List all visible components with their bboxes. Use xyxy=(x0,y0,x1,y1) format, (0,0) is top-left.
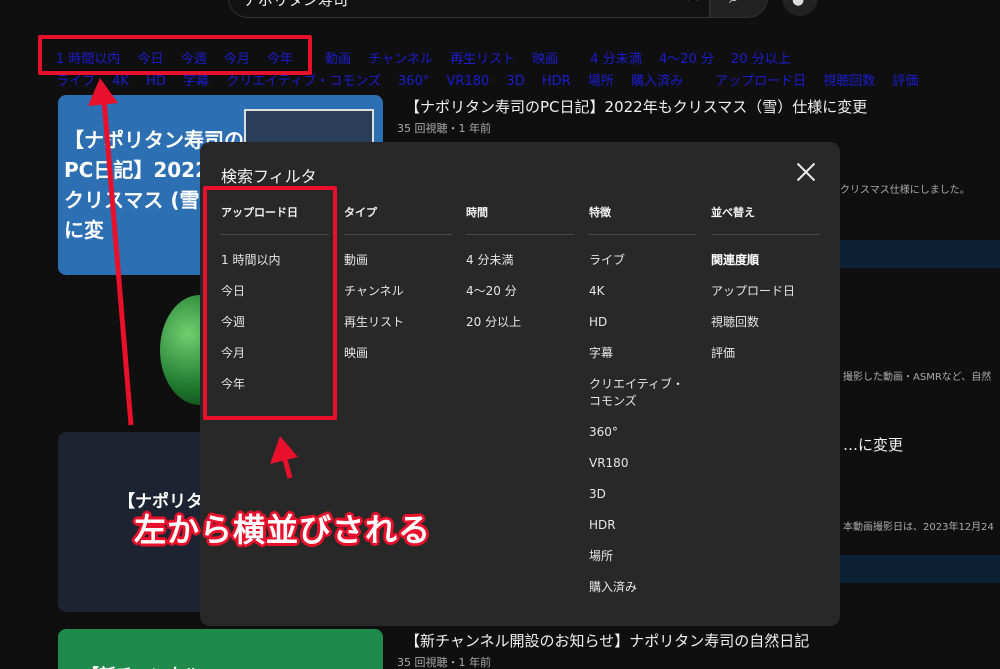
filter-link[interactable]: アップロード日 xyxy=(715,74,806,89)
filter-link[interactable]: 購入済み xyxy=(631,74,683,89)
filter-link[interactable]: 4～20 分 xyxy=(659,52,714,67)
video-title[interactable]: …に変更 xyxy=(843,434,903,455)
filter-column-sort: 並べ替え 関連度順 アップロード日 視聴回数 評価 xyxy=(711,206,819,362)
video-description: …をクリスマス仕様にしました。 xyxy=(820,185,970,196)
filter-link[interactable]: HD xyxy=(146,74,166,89)
highlight-box-filter-row xyxy=(38,35,312,75)
close-icon[interactable] xyxy=(794,160,818,184)
filter-link[interactable]: 字幕 xyxy=(183,74,209,89)
filter-option[interactable]: 場所 xyxy=(589,548,697,565)
filter-option[interactable]: HDR xyxy=(589,517,697,534)
thumbnail-text: 【新チャンネル xyxy=(82,661,201,669)
filter-option[interactable]: 視聴回数 xyxy=(711,314,819,331)
video-thumbnail[interactable]: 【新チャンネル xyxy=(58,629,383,669)
highlight-box-upload-date xyxy=(203,186,337,420)
filter-option[interactable]: 20 分以上 xyxy=(466,314,574,331)
filter-link[interactable]: HDR xyxy=(542,74,571,89)
column-header: 並べ替え xyxy=(711,206,819,235)
filter-option[interactable]: 再生リスト xyxy=(344,314,452,331)
filter-option-selected[interactable]: 関連度順 xyxy=(711,252,819,269)
filter-link[interactable]: 4 分未満 xyxy=(590,52,641,67)
column-header: タイプ xyxy=(344,206,452,235)
filter-option[interactable]: 購入済み xyxy=(589,579,697,596)
column-header: 時間 xyxy=(466,206,574,235)
video-meta: 35 回視聴・1 年前 xyxy=(397,656,491,669)
filter-option[interactable]: クリエイティブ・コモンズ xyxy=(589,376,685,410)
filter-column-features: 特徴 ライブ 4K HD 字幕 クリエイティブ・コモンズ 360° VR180 … xyxy=(589,206,697,596)
filter-link[interactable]: 視聴回数 xyxy=(823,74,875,89)
filter-option[interactable]: ライブ xyxy=(589,252,697,269)
search-query: ナポリタン寿司 xyxy=(243,0,349,9)
filter-option[interactable]: 動画 xyxy=(344,252,452,269)
filter-option[interactable]: 360° xyxy=(589,424,697,441)
filter-option[interactable]: 4 分未満 xyxy=(466,252,574,269)
filter-option[interactable]: アップロード日 xyxy=(711,283,819,300)
filter-option[interactable]: VR180 xyxy=(589,455,697,472)
chapter-bar[interactable] xyxy=(820,555,1000,583)
filter-link[interactable]: クリエイティブ・コモンズ xyxy=(226,74,381,89)
search-icon: ⌕ xyxy=(729,0,739,8)
filter-option[interactable]: 4K xyxy=(589,283,697,300)
filter-link[interactable]: 20 分以上 xyxy=(731,52,791,67)
filter-link[interactable]: 4K xyxy=(112,74,129,89)
filter-option[interactable]: HD xyxy=(589,314,697,331)
filter-option[interactable]: チャンネル xyxy=(344,283,452,300)
annotation-callout: 左から横並びされる xyxy=(134,511,432,549)
column-header: 特徴 xyxy=(589,206,697,235)
mic-icon: ● xyxy=(792,0,805,8)
chapter-bar[interactable] xyxy=(820,240,1000,268)
video-title[interactable]: 【新チャンネル開設のお知らせ】ナポリタン寿司の自然日記 xyxy=(405,630,809,651)
filter-link[interactable]: 評価 xyxy=(892,74,918,89)
filter-link[interactable]: 場所 xyxy=(588,74,614,89)
video-description: 本動画撮影日は、2023年12月24 xyxy=(843,522,994,533)
filter-option[interactable]: 3D xyxy=(589,486,697,503)
clear-icon[interactable]: ✕ xyxy=(684,0,701,7)
filter-link[interactable]: ライブ xyxy=(56,74,95,89)
filter-link[interactable]: VR180 xyxy=(447,74,490,89)
voice-search-button[interactable]: ● xyxy=(782,0,818,16)
filter-option[interactable]: 字幕 xyxy=(589,345,697,362)
filter-link[interactable]: 映画 xyxy=(532,52,558,67)
filter-option[interactable]: 映画 xyxy=(344,345,452,362)
filter-link[interactable]: 360° xyxy=(398,74,429,89)
filter-link[interactable]: 再生リスト xyxy=(450,52,515,67)
channel-description: 撮影した動画・ASMRなど、自然 xyxy=(843,372,992,383)
filter-column-duration: 時間 4 分未満 4～20 分 20 分以上 xyxy=(466,206,574,331)
filter-link[interactable]: チャンネル xyxy=(368,52,433,67)
filter-option[interactable]: 評価 xyxy=(711,345,819,362)
filter-link[interactable]: 動画 xyxy=(325,52,351,67)
video-title[interactable]: 【ナポリタン寿司のPC日記】2022年もクリスマス（雪）仕様に変更 xyxy=(405,96,867,117)
search-input[interactable]: ナポリタン寿司 ✕ xyxy=(228,0,710,18)
dialog-title: 検索フィルタ xyxy=(221,167,317,186)
filter-column-type: タイプ 動画 チャンネル 再生リスト 映画 xyxy=(344,206,452,362)
filter-option[interactable]: 4～20 分 xyxy=(466,283,574,300)
video-meta: 35 回視聴・1 年前 xyxy=(397,122,491,135)
filter-link[interactable]: 3D xyxy=(506,74,524,89)
search-button[interactable]: ⌕ xyxy=(710,0,768,18)
